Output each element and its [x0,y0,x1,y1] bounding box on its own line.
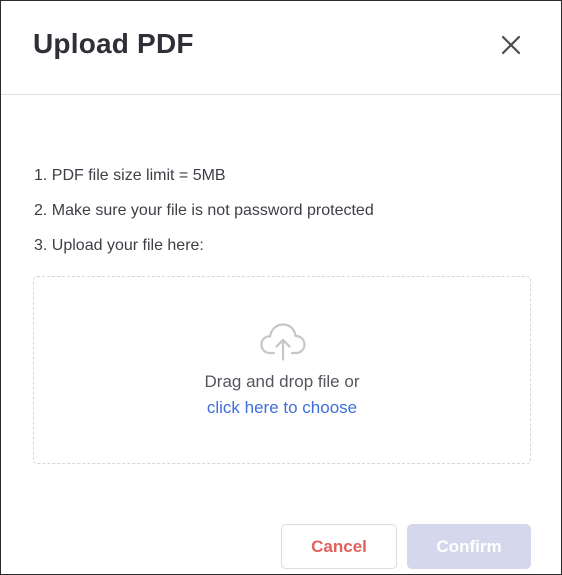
file-dropzone[interactable]: Drag and drop file or click here to choo… [33,276,531,464]
cancel-button[interactable]: Cancel [281,524,397,569]
instruction-no-password: 2. Make sure your file is not password p… [34,202,374,219]
close-button[interactable] [495,29,527,61]
confirm-button[interactable]: Confirm [407,524,531,569]
instruction-upload-here: 3. Upload your file here: [34,237,204,254]
upload-pdf-dialog: Upload PDF 1. PDF file size limit = 5MB … [0,0,562,575]
instructions-list: 1. PDF file size limit = 5MB 2. Make sur… [34,158,374,263]
instruction-size-limit: 1. PDF file size limit = 5MB [34,167,226,184]
choose-file-link[interactable]: click here to choose [34,398,530,418]
cloud-upload-icon [260,323,306,361]
drag-drop-text: Drag and drop file or [204,372,360,391]
dialog-title: Upload PDF [33,28,194,59]
dialog-header: Upload PDF [1,1,561,95]
close-icon [501,35,521,55]
